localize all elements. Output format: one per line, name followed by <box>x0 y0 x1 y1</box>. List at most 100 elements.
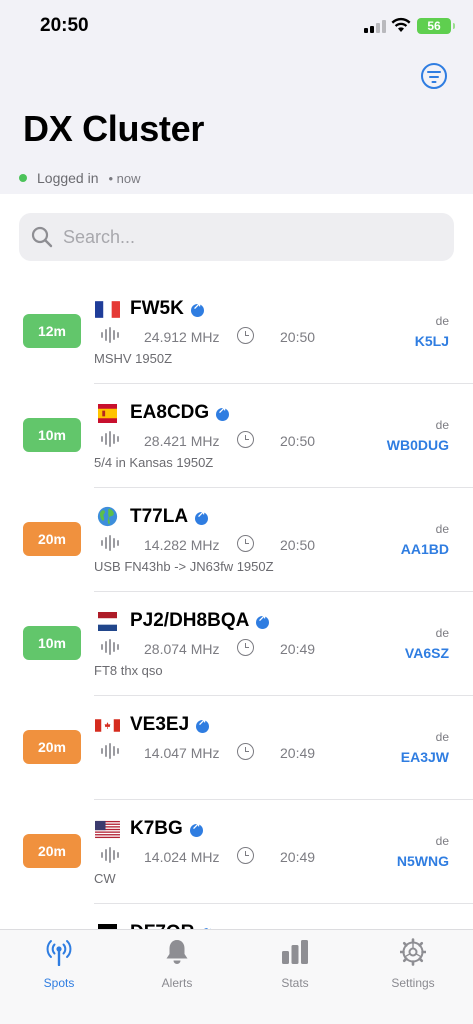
clock-icon <box>237 431 254 448</box>
search-bar[interactable] <box>19 213 454 261</box>
frequency: 14.282 MHz <box>144 537 220 553</box>
spotter-callsign[interactable]: EA3JW <box>401 749 449 765</box>
bar-chart-icon <box>282 940 308 964</box>
flag-icon <box>95 300 120 319</box>
callsign[interactable]: DF7QR <box>130 922 194 929</box>
tab-alerts-label: Alerts <box>161 976 193 990</box>
de-label: de <box>435 418 449 432</box>
band-badge: 10m <box>23 626 81 660</box>
spot-comment: MSHV 1950Z <box>94 351 173 366</box>
callsign[interactable]: VE3EJ <box>130 714 189 736</box>
spot-row[interactable]: 10m EA8CDG 28.421 MHz 20:50 5/4 in Kansa… <box>0 384 473 488</box>
login-status: Logged in • now <box>19 170 141 186</box>
band-badge: 20m <box>23 730 81 764</box>
frequency: 14.047 MHz <box>144 745 220 761</box>
page-title: DX Cluster <box>23 108 205 149</box>
status-time: 20:50 <box>40 15 89 36</box>
flag-icon <box>95 820 120 839</box>
spot-row[interactable]: 10m PJ2/DH8BQA 28.074 MHz 20:49 FT8 thx … <box>0 592 473 696</box>
spot-comment: CW <box>94 871 116 886</box>
spot-list[interactable]: 12m FW5K 24.912 MHz 20:50 MSHV 1950Z de … <box>0 280 473 929</box>
spot-row[interactable]: 20m T77LA 14.282 MHz 20:50 USB FN43hb ->… <box>0 488 473 592</box>
flag-icon <box>95 612 120 631</box>
frequency: 28.421 MHz <box>144 433 220 449</box>
spot-row[interactable]: 20m VE3EJ 14.047 MHz 20:49 de EA3JW <box>0 696 473 800</box>
spotter-callsign[interactable]: AA1BD <box>401 541 449 557</box>
waveform-icon <box>101 431 119 447</box>
de-label: de <box>435 626 449 640</box>
external-link-icon[interactable] <box>216 405 229 421</box>
online-status-dot <box>19 174 27 182</box>
tab-stats[interactable]: Stats <box>236 936 354 996</box>
tab-bar: Spots Alerts Stats Settings <box>0 929 473 1024</box>
spotter-callsign[interactable]: N5WNG <box>397 853 449 869</box>
tab-settings[interactable]: Settings <box>354 936 472 996</box>
clock-icon <box>237 639 254 656</box>
tab-stats-label: Stats <box>281 976 309 990</box>
spot-time: 20:50 <box>280 329 316 345</box>
tab-spots[interactable]: Spots <box>0 936 118 996</box>
band-badge: 10m <box>23 418 81 452</box>
spot-comment: 5/4 in Kansas 1950Z <box>94 455 214 470</box>
waveform-icon <box>101 743 119 759</box>
external-link-icon[interactable] <box>195 509 208 525</box>
de-label: de <box>435 522 449 536</box>
login-time: • now <box>108 170 141 186</box>
flag-icon <box>95 716 120 735</box>
cellular-signal-icon <box>364 20 386 33</box>
callsign[interactable]: T77LA <box>130 506 188 528</box>
frequency: 28.074 MHz <box>144 641 220 657</box>
status-bar: 20:50 56 <box>0 0 473 50</box>
callsign[interactable]: EA8CDG <box>130 402 209 424</box>
waveform-icon <box>101 535 119 551</box>
filter-icon <box>427 71 441 73</box>
spotter-callsign[interactable]: WB0DUG <box>387 437 449 453</box>
band-badge: 20m <box>23 834 81 868</box>
waveform-icon <box>101 327 119 343</box>
callsign[interactable]: PJ2/DH8BQA <box>130 610 249 632</box>
callsign[interactable]: FW5K <box>130 298 184 320</box>
login-status-text: Logged in <box>37 170 99 186</box>
spot-time: 20:50 <box>280 433 316 449</box>
tab-alerts[interactable]: Alerts <box>118 936 236 996</box>
de-label: de <box>435 730 449 744</box>
external-link-icon[interactable] <box>196 717 209 733</box>
de-label: de <box>435 314 449 328</box>
spot-time: 20:49 <box>280 641 316 657</box>
battery-icon: 56 <box>417 18 455 34</box>
spot-row[interactable]: 40m DF7QR de <box>0 904 473 929</box>
frequency: 24.912 MHz <box>144 329 220 345</box>
tab-spots-label: Spots <box>43 976 75 990</box>
search-input[interactable] <box>63 226 423 248</box>
clock-icon <box>237 535 254 552</box>
band-badge: 20m <box>23 522 81 556</box>
antenna-icon <box>46 940 72 966</box>
clock-icon <box>237 847 254 864</box>
de-label: de <box>435 834 449 848</box>
spot-comment: FT8 thx qso <box>94 663 163 678</box>
spot-time: 20:49 <box>280 849 316 865</box>
callsign[interactable]: K7BG <box>130 818 183 840</box>
spotter-callsign[interactable]: VA6SZ <box>405 645 449 661</box>
external-link-icon[interactable] <box>256 613 269 629</box>
external-link-icon[interactable] <box>191 301 204 317</box>
spot-time: 20:50 <box>280 537 316 553</box>
external-link-icon[interactable] <box>190 821 203 837</box>
gear-icon <box>400 938 426 966</box>
flag-icon <box>95 506 120 528</box>
tab-settings-label: Settings <box>391 976 435 990</box>
spotter-callsign[interactable]: K5LJ <box>415 333 449 349</box>
flag-icon <box>95 404 120 423</box>
clock-icon <box>237 743 254 760</box>
filter-button[interactable] <box>421 63 447 89</box>
spot-row[interactable]: 12m FW5K 24.912 MHz 20:50 MSHV 1950Z de … <box>0 280 473 384</box>
waveform-icon <box>101 639 119 655</box>
waveform-icon <box>101 847 119 863</box>
spot-comment: USB FN43hb -> JN63fw 1950Z <box>94 559 274 574</box>
clock-icon <box>237 327 254 344</box>
bell-icon <box>166 940 188 964</box>
search-icon <box>31 226 53 248</box>
spot-row[interactable]: 20m K7BG 14.024 MHz 20:49 CW de N5WNG <box>0 800 473 904</box>
wifi-icon <box>391 17 411 32</box>
spot-time: 20:49 <box>280 745 316 761</box>
